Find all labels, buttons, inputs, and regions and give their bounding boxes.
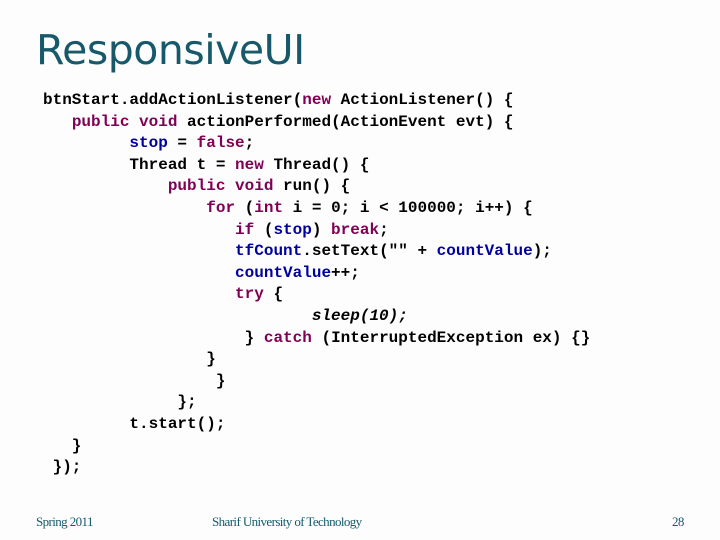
code-line: if (stop) break; [43, 220, 590, 242]
code-keyword: try [235, 285, 264, 304]
code-keyword: public void [167, 177, 274, 196]
code-text: ) [311, 220, 332, 239]
code-text: { [263, 285, 284, 304]
code-line: public void run() { [43, 176, 590, 198]
code-line: Thread t = new Thread() { [43, 155, 590, 177]
code-text: actionPerformed(ActionEvent evt) { [177, 112, 514, 131]
code-line: } [43, 371, 590, 393]
code-line: countValue++; [43, 263, 590, 285]
code-identifier: stop [273, 220, 312, 239]
code-text: (InterruptedException ex) {} [311, 328, 591, 347]
code-line: try { [43, 284, 590, 306]
code-keyword: catch [263, 328, 312, 347]
footer-term: Spring 2011 [36, 514, 93, 529]
code-text: } [43, 436, 82, 455]
footer-page-number: 28 [672, 514, 684, 529]
code-text: } [43, 371, 226, 390]
code-identifier: countValue [436, 242, 533, 261]
code-keyword: int [254, 198, 284, 217]
code-text: ; [244, 134, 255, 153]
code-keyword: false [196, 134, 245, 153]
code-keyword: public void [71, 112, 178, 131]
code-line: }; [43, 392, 590, 414]
code-text: ( [235, 198, 255, 217]
code-text: ( [254, 220, 274, 239]
code-text: .setText("" + [302, 242, 437, 261]
footer-institution: Sharif University of Technology [212, 514, 362, 529]
code-keyword: if [235, 220, 255, 239]
code-line: btnStart.addActionListener(new ActionLis… [43, 90, 590, 112]
code-line: t.start(); [43, 414, 590, 436]
code-text: ; [379, 220, 389, 239]
code-text: }; [43, 393, 197, 412]
code-text: btnStart.addActionListener( [43, 91, 303, 109]
code-line: sleep(10); [43, 306, 590, 328]
code-line: } [43, 436, 590, 458]
code-text: ActionListener() { [331, 91, 514, 109]
slide-title: ResponsiveUI [36, 26, 305, 74]
code-block: btnStart.addActionListener(new ActionLis… [43, 90, 590, 479]
code-keyword: for [206, 198, 236, 217]
code-keyword: break [331, 220, 380, 239]
code-line: } [43, 349, 590, 371]
code-text: run() { [273, 177, 351, 196]
code-identifier: countValue [235, 263, 332, 282]
code-text: } [43, 350, 216, 369]
code-line: tfCount.setText("" + countValue); [43, 241, 590, 263]
code-text: t.start(); [43, 414, 226, 433]
code-text: ++; [331, 263, 360, 282]
code-keyword: new [235, 155, 264, 174]
code-text: i = 0; i < 100000; i++) { [283, 198, 533, 217]
code-keyword: new [302, 91, 332, 109]
code-text: sleep(10); [311, 306, 408, 325]
code-line: }); [43, 457, 590, 479]
code-identifier: tfCount [235, 242, 303, 261]
code-text: Thread t = [43, 155, 236, 174]
code-line: } catch (InterruptedException ex) {} [43, 328, 591, 350]
code-line: for (int i = 0; i < 100000; i++) { [43, 198, 590, 220]
code-text: ); [532, 242, 552, 261]
code-text: Thread() { [263, 155, 370, 174]
code-text: }); [43, 458, 82, 477]
code-line: stop = false; [43, 133, 590, 155]
code-line: public void actionPerformed(ActionEvent … [43, 112, 590, 134]
code-identifier: stop [129, 134, 168, 153]
code-text: = [167, 134, 197, 153]
code-text: } [43, 328, 264, 347]
